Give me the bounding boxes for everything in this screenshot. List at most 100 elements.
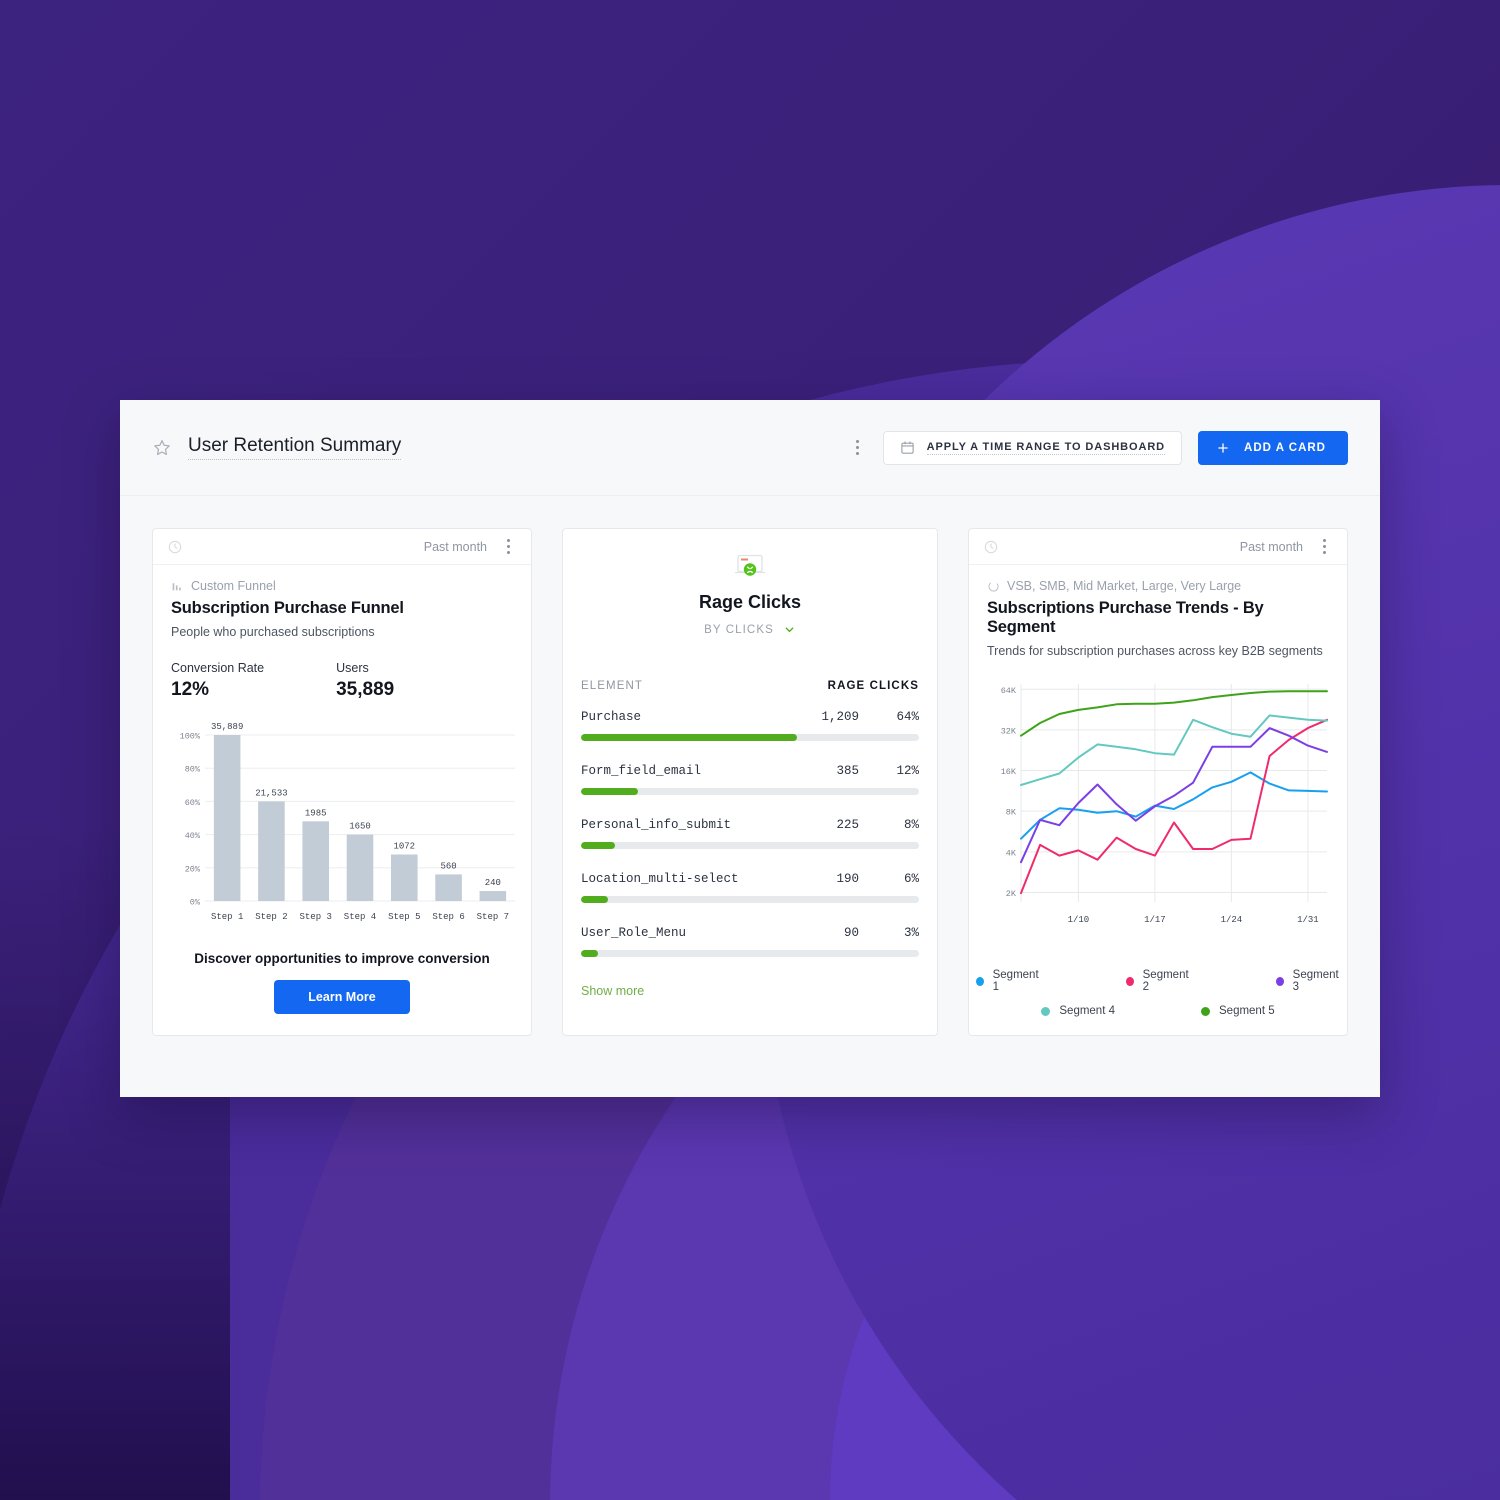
add-a-card-button[interactable]: ADD A CARD	[1198, 430, 1348, 465]
funnel-bar	[391, 854, 418, 901]
trends-card-title: Subscriptions Purchase Trends - By Segme…	[987, 599, 1264, 636]
rage-click-row[interactable]: Form_field_email 385 12%	[581, 764, 919, 795]
add-a-card-label: ADD A CARD	[1244, 441, 1326, 454]
trends-chart-svg: 2K 4K 8K 16K 32K 64K 1/10 1/17 1/24 1/31	[1001, 684, 1328, 925]
legend-label: Segment 5	[1219, 1005, 1275, 1017]
funnel-xtick: Step 4	[344, 912, 376, 922]
rage-bar-fill	[581, 787, 639, 795]
rage-element-name: Personal_info_submit	[581, 817, 732, 832]
rage-card-header: Rage Clicks BY CLICKS	[581, 535, 919, 638]
funnel-metrics: Conversion Rate 12% Users 35,889	[171, 661, 513, 701]
trends-segment-chip: VSB, SMB, Mid Market, Large, Very Large	[987, 579, 1329, 593]
rage-click-percent: 64%	[896, 709, 919, 724]
rage-click-row[interactable]: Purchase 1,209 64%	[581, 710, 919, 741]
rage-bar-fill	[581, 733, 798, 741]
trends-xtick: 1/24	[1221, 915, 1243, 925]
legend-item-segment-5[interactable]: Segment 5	[1201, 1005, 1275, 1017]
star-icon[interactable]	[152, 438, 172, 458]
funnel-kebab-menu-icon[interactable]	[499, 536, 517, 558]
trends-ytick: 64K	[1001, 686, 1017, 696]
rage-sort-selector[interactable]: BY CLICKS	[704, 623, 796, 636]
rage-column-element: ELEMENT	[581, 679, 644, 692]
metric-users-value: 35,889	[336, 679, 395, 700]
funnel-card-footer: Discover opportunities to improve conver…	[171, 951, 513, 1014]
legend-item-segment-4[interactable]: Segment 4	[1041, 1005, 1115, 1017]
funnel-card-body: Custom Funnel Subscription Purchase Funn…	[153, 565, 531, 1035]
trends-line-segment-4	[1020, 714, 1328, 786]
trends-segment-label: VSB, SMB, Mid Market, Large, Very Large	[1007, 579, 1242, 593]
rage-column-clicks: RAGE CLICKS	[827, 679, 919, 692]
funnel-bar	[258, 801, 285, 901]
trends-kebab-menu-icon[interactable]	[1315, 536, 1333, 558]
funnel-ytick: 60%	[185, 798, 201, 808]
funnel-bar	[479, 891, 507, 901]
clock-icon[interactable]	[983, 539, 999, 555]
metric-conversion-rate: Conversion Rate 12%	[171, 661, 264, 701]
card-subscription-purchase-trends: Past month VSB, SMB, Mid Market, Large, …	[968, 528, 1348, 1036]
bar-chart-icon	[172, 582, 181, 590]
rage-card-title: Rage Clicks	[698, 592, 802, 612]
metric-conversion-rate-label: Conversion Rate	[171, 661, 265, 675]
trends-card-subtitle: Trends for subscription purchases across…	[987, 644, 1323, 658]
funnel-chart-svg: 0% 20% 40% 60% 80% 100% 35,889 Step 1 21,533 Step…	[180, 722, 515, 922]
legend-item-segment-3[interactable]: Segment 3	[1276, 969, 1340, 993]
metric-conversion-rate-value: 12%	[171, 679, 210, 700]
metric-users-label: Users	[336, 661, 369, 675]
trends-xtick: 1/17	[1144, 915, 1166, 925]
rage-click-percent: 6%	[903, 871, 919, 886]
rage-click-screen-icon	[734, 554, 766, 576]
rage-click-row[interactable]: User_Role_Menu 90 3%	[581, 926, 919, 957]
learn-more-button[interactable]: Learn More	[274, 980, 410, 1014]
rage-bar-fill	[581, 841, 615, 849]
card-rage-clicks: Rage Clicks BY CLICKS ELEMENT RAGE CLICK…	[562, 528, 938, 1036]
dashboard-panel: User Retention Summary APPLY A TIME RANG…	[120, 400, 1380, 1097]
trends-line-segment-1	[1020, 771, 1328, 840]
calendar-icon	[900, 441, 914, 454]
show-more-button[interactable]: Show more	[581, 984, 919, 998]
rage-element-name: Form_field_email	[581, 763, 702, 778]
funnel-card-subtitle: People who purchased subscriptions	[171, 625, 375, 639]
funnel-type-label: Custom Funnel	[191, 579, 276, 593]
legend-label: Segment 1	[992, 969, 1039, 993]
chevron-down-icon	[785, 627, 794, 633]
funnel-bar	[213, 735, 241, 901]
trends-ytick: 4K	[1006, 848, 1017, 858]
metric-users: Users 35,889	[336, 661, 394, 701]
rage-bar-track	[581, 895, 919, 903]
rage-click-count: 225	[836, 817, 859, 832]
legend-color-dot	[1201, 1006, 1210, 1016]
legend-color-dot	[975, 976, 984, 986]
trends-card-body: VSB, SMB, Mid Market, Large, Very Large …	[969, 565, 1347, 1035]
legend-label: Segment 3	[1292, 969, 1339, 993]
funnel-ytick: 80%	[185, 765, 201, 775]
rage-click-row[interactable]: Personal_info_submit 225 8%	[581, 818, 919, 849]
funnel-bar-label: 21,533	[255, 788, 287, 798]
rage-sort-label: BY CLICKS	[704, 623, 774, 636]
trends-ytick: 8K	[1006, 808, 1017, 818]
trends-chart: 2K 4K 8K 16K 32K 64K 1/10 1/17 1/24 1/31	[987, 674, 1329, 957]
rage-click-count: 190	[836, 871, 859, 886]
rage-click-count: 1,209	[821, 709, 859, 724]
trends-line-segment-5	[1020, 690, 1328, 737]
plus-icon	[1218, 442, 1228, 453]
funnel-time-label: Past month	[423, 539, 487, 554]
segment-circle-icon	[988, 580, 999, 592]
funnel-bar-label: 1650	[349, 822, 371, 832]
funnel-xtick: Step 5	[388, 912, 420, 922]
trends-xtick: 1/10	[1068, 915, 1090, 925]
funnel-bar	[435, 874, 462, 901]
legend-item-segment-1[interactable]: Segment 1	[975, 969, 1040, 993]
funnel-bar-label: 1072	[393, 842, 415, 852]
legend-color-dot	[1276, 976, 1284, 986]
rage-click-row[interactable]: Location_multi-select 190 6%	[581, 872, 919, 903]
rage-bar-fill	[581, 895, 609, 903]
clock-icon[interactable]	[167, 539, 183, 555]
legend-item-segment-2[interactable]: Segment 2	[1125, 969, 1190, 993]
dashboard-kebab-menu-icon[interactable]	[849, 437, 867, 459]
apply-time-range-button[interactable]: APPLY A TIME RANGE TO DASHBOARD	[882, 430, 1183, 465]
rage-click-count: 90	[843, 925, 859, 940]
page-title: User Retention Summary	[188, 435, 402, 461]
funnel-ytick: 0%	[190, 898, 201, 908]
funnel-ytick: 20%	[185, 864, 201, 874]
funnel-bar-label: 35,889	[211, 722, 243, 732]
